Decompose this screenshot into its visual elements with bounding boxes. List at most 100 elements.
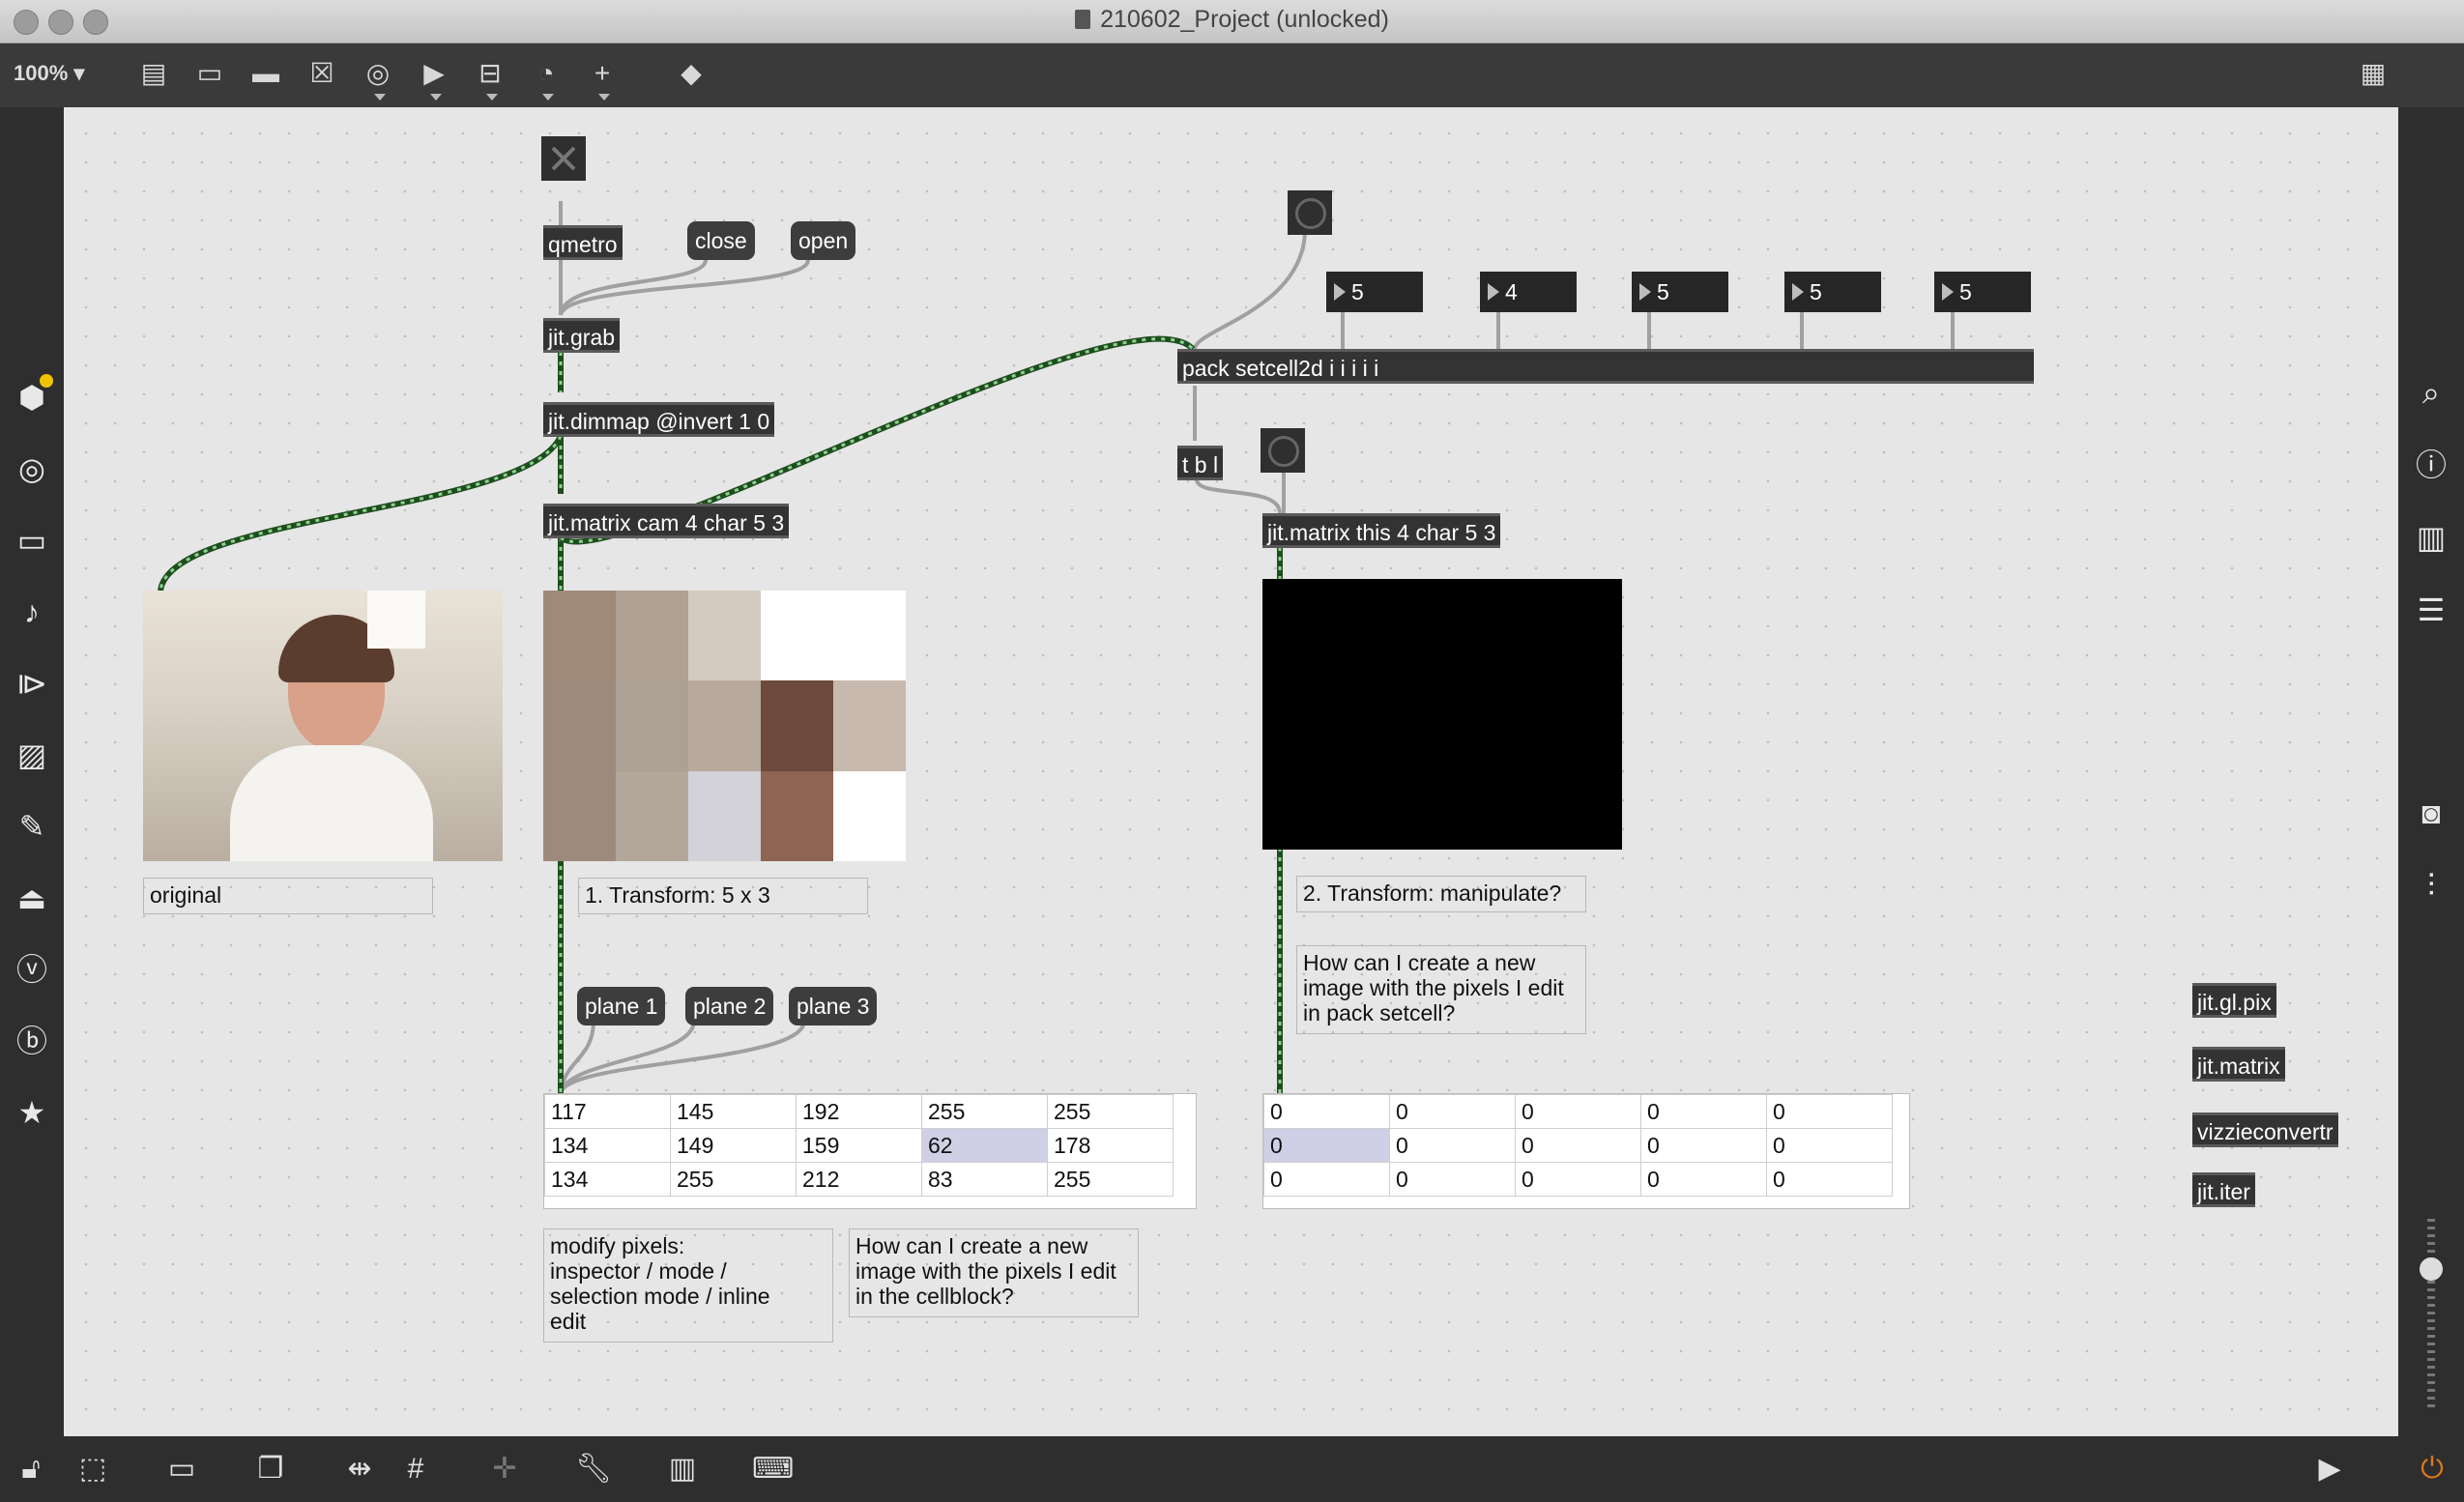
cellblock-cell[interactable]: 149 — [670, 1128, 797, 1163]
comment-modify-pixels[interactable]: modify pixels: inspector / mode / select… — [543, 1228, 833, 1343]
cellblock-cell[interactable]: 62 — [921, 1128, 1048, 1163]
comment-question-pack[interactable]: How can I create a new image with the pi… — [1296, 945, 1586, 1034]
cellblock-right[interactable]: 000000000000000 — [1262, 1093, 1910, 1209]
cellblock-cell[interactable]: 117 — [544, 1094, 671, 1129]
cellblock-cell[interactable]: 255 — [1047, 1094, 1174, 1129]
cellblock-cell[interactable]: 0 — [1389, 1162, 1516, 1197]
music-note-icon[interactable]: ♪ — [13, 592, 51, 631]
object-jit-matrix-this[interactable]: jit.matrix this 4 char 5 3 — [1262, 513, 1501, 548]
camera-icon[interactable]: ◙ — [2412, 794, 2450, 832]
object-jit-matrix[interactable]: jit.matrix — [2192, 1047, 2285, 1082]
bang-button[interactable] — [1288, 190, 1332, 235]
button-icon[interactable]: ◎ — [362, 57, 394, 101]
message-plane-3[interactable]: plane 3 — [789, 987, 878, 1025]
cellblock-cell[interactable]: 134 — [544, 1162, 671, 1197]
film-icon[interactable]: ▭ — [13, 521, 51, 560]
cellblock-cell[interactable]: 212 — [796, 1162, 922, 1197]
star-icon[interactable]: ★ — [13, 1093, 51, 1132]
object-jit-grab[interactable]: jit.grab — [543, 318, 621, 353]
message-open[interactable]: open — [791, 221, 856, 260]
message-icon[interactable]: ▭ — [193, 57, 226, 90]
cellblock-cell[interactable]: 0 — [1389, 1094, 1516, 1129]
cellblock-cell[interactable]: 255 — [1047, 1162, 1174, 1197]
piano-icon[interactable]: ▥ — [663, 1450, 702, 1488]
cable[interactable] — [559, 259, 810, 316]
snap-icon[interactable]: ✛ — [485, 1450, 524, 1488]
align-icon[interactable]: ⇹ — [340, 1450, 379, 1488]
mixer-icon[interactable]: ⫶ — [2412, 866, 2450, 905]
comment-icon[interactable]: ▬ — [249, 57, 282, 90]
cellblock-cell[interactable]: 0 — [1389, 1128, 1516, 1163]
cellblock-right-table[interactable]: 000000000000000 — [1263, 1094, 1893, 1197]
number-box-4[interactable]: 5 — [1784, 272, 1881, 312]
paint-bucket-icon[interactable]: ◆ — [675, 57, 708, 90]
select-icon[interactable]: ⬚ — [73, 1450, 112, 1488]
cellblock-cell[interactable]: 0 — [1263, 1094, 1390, 1129]
columns-icon[interactable]: ▥ — [2412, 518, 2450, 557]
number-box-2[interactable]: 4 — [1480, 272, 1577, 312]
list-icon[interactable]: ☰ — [2412, 591, 2450, 629]
comment-transform-2[interactable]: 2. Transform: manipulate? — [1296, 876, 1586, 912]
keyboard-icon[interactable]: ⌨ — [752, 1450, 794, 1488]
b-icon[interactable]: ⓑ — [13, 1022, 51, 1060]
cable[interactable] — [1195, 478, 1282, 514]
cellblock-cell[interactable]: 0 — [1766, 1162, 1893, 1197]
patcher-canvas[interactable]: qmetro close open jit.grab jit.dimmap @i… — [64, 107, 2398, 1436]
message-plane-2[interactable]: plane 2 — [685, 987, 774, 1025]
zoom-menu[interactable]: 100% ▾ — [14, 61, 84, 86]
v-icon[interactable]: ⓥ — [13, 950, 51, 989]
cellblock-cell[interactable]: 0 — [1766, 1128, 1893, 1163]
object-jit-iter[interactable]: jit.iter — [2192, 1172, 2255, 1207]
number-box-1[interactable]: 5 — [1326, 272, 1423, 312]
number-box-3[interactable]: 5 — [1632, 272, 1728, 312]
search-icon[interactable]: ⌕ — [2412, 373, 2450, 412]
object-jit-gl-pix[interactable]: jit.gl.pix — [2192, 983, 2276, 1018]
cellblock-cell[interactable]: 159 — [796, 1128, 922, 1163]
info-icon[interactable]: ⓘ — [2412, 446, 2450, 484]
object-qmetro[interactable]: qmetro — [543, 225, 623, 260]
comment-transform-1[interactable]: 1. Transform: 5 x 3 — [578, 878, 868, 914]
comment-question-cellblock[interactable]: How can I create a new image with the pi… — [849, 1228, 1139, 1317]
target-icon[interactable]: ◎ — [13, 449, 51, 488]
toggle-icon[interactable]: ☒ — [305, 57, 338, 90]
object-pack-setcell2d[interactable]: pack setcell2d i i i i i — [1177, 349, 2034, 384]
object-jit-dimmap[interactable]: jit.dimmap @invert 1 0 — [543, 402, 775, 437]
volume-knob[interactable] — [2420, 1257, 2443, 1281]
cellblock-cell[interactable]: 0 — [1640, 1128, 1767, 1163]
cellblock-cell[interactable]: 255 — [921, 1094, 1048, 1129]
object-vizzieconvertr[interactable]: vizzieconvertr — [2192, 1112, 2338, 1147]
cellblock-cell[interactable]: 0 — [1766, 1094, 1893, 1129]
cellblock-cell[interactable]: 0 — [1640, 1162, 1767, 1197]
cellblock-left[interactable]: 117 145 192 255 255 134 149 159 62 178 134 255 212 83… — [543, 1093, 1197, 1209]
toggle[interactable] — [541, 136, 586, 181]
cellblock-cell[interactable]: 0 — [1515, 1128, 1641, 1163]
play-icon[interactable]: ▶ — [2310, 1450, 2349, 1488]
object-t-b-l[interactable]: t b l — [1177, 446, 1224, 480]
dial-icon[interactable]: ◔ — [530, 57, 563, 101]
cellblock-cell[interactable]: 0 — [1515, 1094, 1641, 1129]
cellblock-left-table[interactable]: 117 145 192 255 255 134 149 159 62 178 134 255 212 83… — [544, 1094, 1174, 1197]
comment-original[interactable]: original — [143, 878, 433, 914]
cellblock-cell[interactable]: 0 — [1263, 1128, 1390, 1163]
presentation-icon[interactable]: ▭ — [162, 1450, 201, 1488]
lock-icon[interactable]: 🔓︎ — [12, 1450, 50, 1488]
power-icon[interactable]: ⏻ — [2413, 1450, 2451, 1488]
number-icon[interactable]: ▶ — [418, 57, 450, 101]
volume-slider[interactable] — [2420, 1219, 2443, 1412]
layers-icon[interactable]: ❐ — [251, 1450, 290, 1488]
image-icon[interactable]: ▨ — [13, 736, 51, 774]
message-plane-1[interactable]: plane 1 — [577, 987, 666, 1025]
cable[interactable] — [1193, 232, 1307, 350]
wrench-icon[interactable]: 🔧︎ — [574, 1450, 613, 1488]
number-box-5[interactable]: 5 — [1934, 272, 2031, 312]
packages-icon[interactable]: ⬢ — [13, 374, 53, 417]
cellblock-cell[interactable]: 0 — [1640, 1094, 1767, 1129]
slider-icon[interactable]: ⊟ — [474, 57, 507, 101]
cellblock-cell[interactable]: 0 — [1515, 1162, 1641, 1197]
matrix-cable[interactable] — [158, 434, 564, 592]
cable[interactable] — [559, 1020, 806, 1094]
add-icon[interactable]: + — [586, 57, 619, 101]
object-jit-matrix-cam[interactable]: jit.matrix cam 4 char 5 3 — [543, 504, 790, 538]
cellblock-cell[interactable]: 145 — [670, 1094, 797, 1129]
paperclip-icon[interactable]: ✎ — [13, 807, 51, 846]
